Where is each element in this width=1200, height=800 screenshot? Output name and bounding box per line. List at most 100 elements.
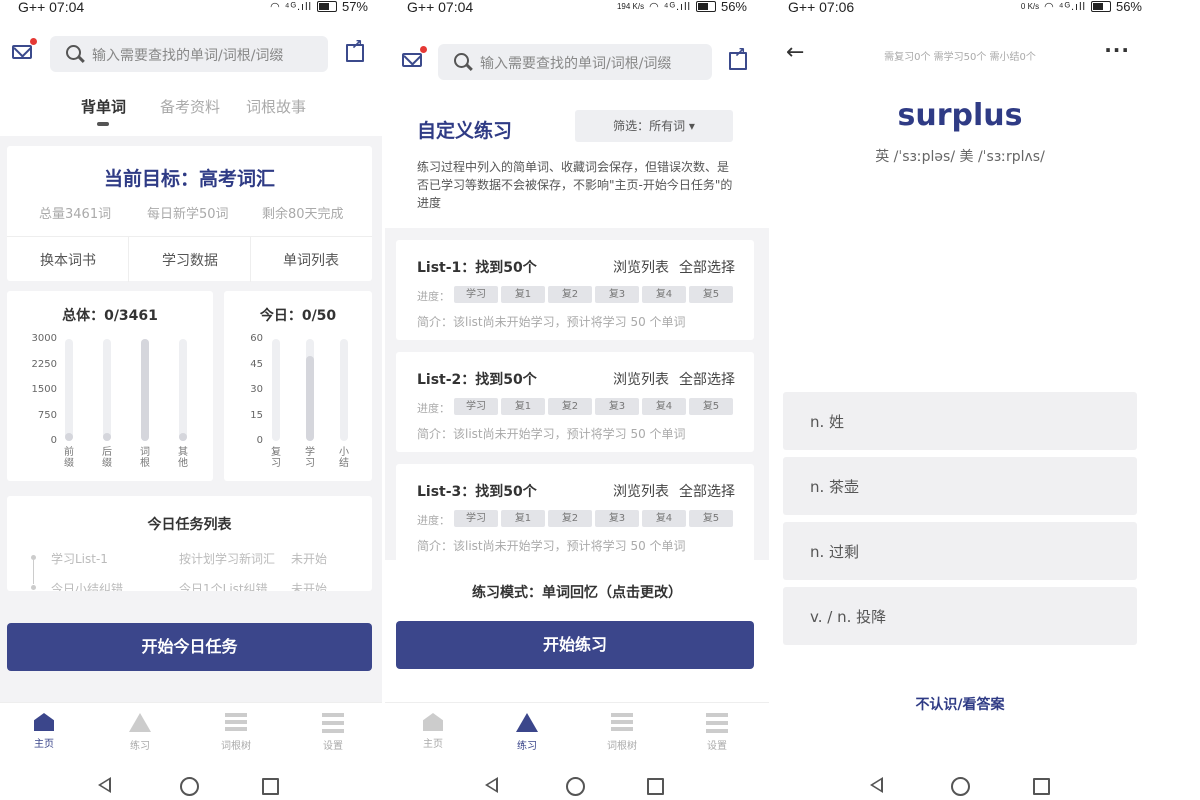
root-tree-icon [611,713,633,733]
list-intro: 简介：该list尚未开始学习，预计将学习 50 个单词 [417,539,686,553]
answer-option[interactable]: n. 过剩 [783,522,1137,580]
select-all-button[interactable]: 全部选择 [679,369,735,389]
recent-apps-icon[interactable] [1033,778,1050,795]
nav-root-tree[interactable]: 词根树 [206,713,266,752]
mail-icon[interactable] [12,45,32,59]
progress-chip: 学习 [454,398,498,415]
tab-indicator [97,122,109,126]
recent-apps-icon[interactable] [262,778,279,795]
back-icon[interactable] [98,777,111,793]
progress-label: 进度： [417,514,450,527]
y-tick-label: 15 [250,409,263,421]
goal-remaining: 剩余80天完成 [262,207,344,222]
progress-chip: 复2 [548,510,592,527]
goal-card: 当前目标：高考词汇 总量3461词 每日新学50词 剩余80天完成 换本词书 学… [7,146,372,282]
nav-practice[interactable]: 练习 [110,713,170,752]
x-tick-label: 前缀 [64,447,74,469]
screen-quiz: G++ 07:06 0 K/s ◠ ⁴ᴳ.ıll 56% ← 需复习0个 需学习… [770,0,1150,800]
page-title: 自定义练习 [417,120,513,142]
today-chart: 今日：0/50 60 45 30 15 0 复习 学习 小结 [224,291,372,481]
battery-percent: 57% [341,0,368,14]
search-input[interactable]: 输入需要查找的单词/词根/词缀 [438,44,712,80]
system-nav [770,764,1150,800]
filter-dropdown[interactable]: 筛选：所有词 ▾ [575,110,733,142]
show-answer-button[interactable]: 不认识/看答案 [770,694,1150,714]
bar-track [141,339,149,441]
search-input[interactable]: 输入需要查找的单词/词根/词缀 [50,36,328,72]
bar-track [65,339,73,441]
y-tick-label: 750 [37,409,57,421]
tab-memorize[interactable]: 背单词 [81,96,126,117]
nav-root-tree[interactable]: 词根树 [592,713,652,752]
back-icon[interactable] [870,777,883,793]
goal-daily: 每日新学50词 [147,207,229,222]
nav-practice[interactable]: 练习 [497,713,557,752]
browse-list-button[interactable]: 浏览列表 [613,481,669,501]
browse-list-button[interactable]: 浏览列表 [613,257,669,277]
notification-dot [420,46,427,53]
network-speed: 194 K/s [616,1,645,11]
share-icon[interactable] [729,45,747,70]
nav-home[interactable]: 主页 [403,713,463,750]
x-tick-label: 小结 [339,447,349,469]
task-status: 未开始 [291,582,328,591]
practice-mode[interactable]: 练习模式：单词回忆（点击更改） [385,582,769,602]
home-circle-icon[interactable] [180,777,199,796]
select-all-button[interactable]: 全部选择 [679,257,735,277]
tab-root-stories[interactable]: 词根故事 [246,96,306,117]
study-data-button[interactable]: 学习数据 [162,250,218,270]
status-bar: G++ 07:04 ◠ ⁴ᴳ.ıll 57% [0,0,382,20]
system-nav [385,764,769,800]
settings-icon [322,713,344,733]
answer-option[interactable]: v. / n. 投降 [783,587,1137,645]
settings-icon [706,713,728,733]
progress-counts: 需复习0个 需学习50个 需小结0个 [884,52,1036,63]
practice-icon [516,713,538,733]
nav-settings[interactable]: 设置 [303,713,363,752]
bar [272,433,280,441]
task-name[interactable]: 今日小结纠错 [51,580,123,591]
progress-chip: 学习 [454,286,498,303]
answer-option[interactable]: n. 茶壶 [783,457,1137,515]
mail-icon[interactable] [402,53,422,67]
top-tabs: 背单词 备考资料 词根故事 [0,96,382,126]
nav-settings[interactable]: 设置 [687,713,747,752]
x-tick-label: 词根 [140,447,150,469]
progress-label: 进度： [417,402,450,415]
overall-chart-title: 总体：0/3461 [62,308,158,324]
task-list-title: 今日任务列表 [147,517,232,533]
more-icon[interactable]: ··· [1104,38,1130,62]
word-list-button[interactable]: 单词列表 [283,250,339,270]
y-tick-label: 0 [256,435,263,446]
x-tick-label: 其他 [178,447,188,469]
answer-option[interactable]: n. 姓 [783,392,1137,450]
screen-practice: G++ 07:04 194 K/s ◠ ⁴ᴳ.ıll 56% 输入需要查找的单词… [385,0,769,800]
phonetic: 英 /ˈsɜːpləs/ 美 /ˈsɜːrplʌs/ [875,149,1045,165]
home-content: 当前目标：高考词汇 总量3461词 每日新学50词 剩余80天完成 换本词书 学… [0,136,382,702]
home-circle-icon[interactable] [566,777,585,796]
search-placeholder: 输入需要查找的单词/词根/词缀 [480,56,672,72]
list-area: List-1：找到50个 浏览列表 全部选择 进度： 学习 复1 复2 复3 复4 复5 简介：该l… [385,228,769,564]
start-practice-button[interactable]: 开始练习 [396,621,754,669]
back-icon[interactable] [485,777,498,793]
start-today-task-button[interactable]: 开始今日任务 [7,623,372,671]
browse-list-button[interactable]: 浏览列表 [613,369,669,389]
recent-apps-icon[interactable] [647,778,664,795]
system-nav [0,764,382,800]
progress-label: 进度： [417,290,450,303]
status-time: G++ 07:04 [18,0,85,15]
change-book-button[interactable]: 换本词书 [40,250,96,270]
list-intro: 简介：该list尚未开始学习，预计将学习 50 个单词 [417,427,686,441]
progress-chip: 复4 [642,510,686,527]
share-icon[interactable] [346,37,364,62]
task-list-card: 今日任务列表 学习List-1 按计划学习新词汇 未开始 今日小结纠错 今日1个… [7,496,372,591]
bar [340,433,348,441]
tab-exam-materials[interactable]: 备考资料 [160,96,220,117]
select-all-button[interactable]: 全部选择 [679,481,735,501]
progress-chip: 复4 [642,286,686,303]
overall-chart: 总体：0/3461 3000 2250 1500 750 0 前缀 后缀 词根 其他 [7,291,213,481]
list-title: List-3：找到50个 [417,484,537,500]
nav-home[interactable]: 主页 [14,713,74,750]
home-circle-icon[interactable] [951,777,970,796]
task-name[interactable]: 学习List-1 [51,550,108,567]
